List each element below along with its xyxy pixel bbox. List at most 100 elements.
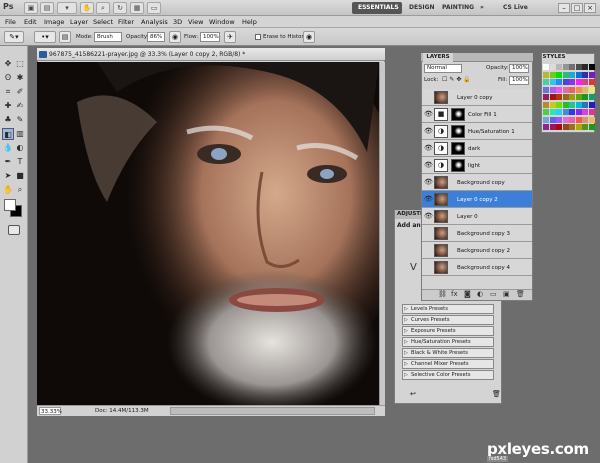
more-workspaces-icon[interactable]: » — [480, 2, 492, 14]
layer-name[interactable]: dark — [468, 145, 480, 153]
color-swatch[interactable] — [562, 71, 569, 78]
color-swatch[interactable] — [556, 79, 562, 85]
screen-mode-icon[interactable]: ▭ — [147, 2, 161, 14]
visibility-eye-icon[interactable]: 👁 — [424, 212, 433, 220]
adjustments-delete-icon[interactable]: 🗑 — [492, 390, 501, 398]
visibility-eye-icon[interactable] — [424, 246, 432, 254]
color-swatch[interactable] — [588, 124, 595, 130]
zoom-tool-icon[interactable]: ⌕ — [14, 184, 26, 196]
new-adjustment-icon[interactable]: ◐ — [477, 290, 483, 299]
layer-mask-thumbnail[interactable] — [451, 142, 465, 155]
preset-selective-color[interactable]: Selective Color Presets — [402, 370, 494, 380]
color-swatch[interactable] — [575, 86, 582, 93]
color-swatch[interactable] — [588, 109, 595, 115]
layer-style-icon[interactable]: fx — [451, 290, 458, 299]
layer-name[interactable]: Background copy 2 — [457, 247, 510, 255]
color-swatch[interactable] — [569, 64, 575, 70]
color-swatch[interactable] — [549, 64, 556, 70]
shape-tool-icon[interactable]: ■ — [14, 170, 26, 182]
color-swatch[interactable] — [582, 124, 588, 130]
color-swatch[interactable] — [549, 116, 556, 123]
add-mask-icon[interactable]: ◙ — [464, 290, 471, 299]
color-swatch[interactable] — [569, 101, 575, 108]
color-swatch[interactable] — [569, 116, 575, 123]
color-swatch[interactable] — [562, 109, 569, 115]
maximize-button[interactable]: □ — [571, 3, 583, 13]
clone-stamp-tool-icon[interactable]: ♣ — [2, 114, 14, 126]
arrange-documents-icon[interactable]: ▦ — [130, 2, 144, 14]
bridge-icon[interactable]: ▣ — [24, 2, 38, 14]
menu-window[interactable]: Window — [209, 16, 235, 28]
horizontal-scrollbar[interactable] — [170, 407, 375, 415]
zoom-level-dropdown[interactable]: ▾ — [57, 2, 77, 14]
color-swatch[interactable] — [549, 94, 556, 100]
layer-thumbnail[interactable] — [434, 193, 448, 206]
delete-layer-icon[interactable]: 🗑 — [516, 290, 525, 299]
color-swatch[interactable] — [556, 109, 562, 115]
color-swatch[interactable] — [588, 64, 595, 70]
doc-size-readout[interactable]: Doc: 14.4M/113.3M — [95, 407, 149, 415]
menu-view[interactable]: View — [188, 16, 203, 28]
layer-thumbnail[interactable] — [434, 210, 448, 223]
cs-live-button[interactable]: CS Live — [503, 2, 543, 14]
color-swatch[interactable] — [569, 94, 575, 100]
preset-levels[interactable]: Levels Presets — [402, 304, 494, 314]
color-swatch[interactable] — [588, 86, 595, 93]
color-swatch[interactable] — [543, 71, 549, 78]
layer-mask-thumbnail[interactable] — [451, 159, 465, 172]
color-swatch[interactable] — [543, 116, 549, 123]
layer-name[interactable]: Background copy — [457, 179, 505, 187]
layer-thumbnail[interactable] — [434, 244, 448, 257]
preset-hue-saturation[interactable]: Hue/Saturation Presets — [402, 337, 494, 347]
fill-input[interactable]: 100% — [509, 76, 529, 85]
color-swatch[interactable] — [575, 71, 582, 78]
link-layers-icon[interactable]: ⛓ — [438, 290, 447, 299]
healing-tool-icon[interactable]: ✚ — [2, 100, 14, 112]
expand-triangle-icon[interactable]: ▷ — [404, 371, 408, 379]
layer-thumbnail[interactable] — [434, 261, 448, 274]
color-swatch[interactable] — [562, 79, 569, 85]
rotate-view-icon[interactable]: ↻ — [113, 2, 127, 14]
expand-triangle-icon[interactable]: ▷ — [404, 360, 408, 368]
layer-name[interactable]: Background copy 3 — [457, 230, 510, 238]
menu-edit[interactable]: Edit — [24, 16, 37, 28]
layer-name[interactable]: Hue/Saturation 1 — [468, 128, 515, 136]
color-swatch[interactable] — [575, 79, 582, 85]
type-tool-icon[interactable]: T — [14, 156, 26, 168]
layers-tab[interactable]: LAYERS — [423, 53, 453, 62]
layer-mask-thumbnail[interactable] — [451, 108, 465, 121]
color-swatch[interactable] — [575, 116, 582, 123]
expand-triangle-icon[interactable]: ▷ — [404, 349, 408, 357]
color-swatch[interactable] — [556, 71, 562, 78]
path-select-tool-icon[interactable]: ➤ — [2, 170, 14, 182]
visibility-eye-icon[interactable]: 👁 — [424, 127, 433, 135]
color-swatch[interactable] — [549, 101, 556, 108]
close-button[interactable]: × — [584, 3, 596, 13]
eraser-tool-icon[interactable]: ◧ — [2, 128, 14, 140]
color-swatch[interactable] — [575, 101, 582, 108]
layer-name[interactable]: Background copy 4 — [457, 264, 510, 272]
canvas-photo[interactable] — [37, 27, 402, 414]
color-swatch[interactable] — [575, 94, 582, 100]
layer-mask-thumbnail[interactable] — [451, 125, 465, 138]
color-swatch[interactable] — [569, 86, 575, 93]
color-swatch[interactable] — [588, 94, 595, 100]
visibility-eye-icon[interactable]: 👁 — [424, 144, 433, 152]
color-swatch[interactable] — [562, 86, 569, 93]
history-brush-tool-icon[interactable]: ✎ — [14, 114, 26, 126]
color-swatch[interactable] — [549, 124, 556, 130]
color-swatch[interactable] — [569, 109, 575, 115]
visibility-eye-icon[interactable]: 👁 — [424, 178, 433, 186]
visibility-eye-icon[interactable] — [424, 263, 432, 271]
vertical-scrollbar[interactable] — [379, 62, 385, 405]
color-swatch[interactable] — [582, 79, 588, 85]
color-swatch[interactable] — [588, 116, 595, 123]
hand-icon[interactable]: ✋ — [80, 2, 94, 14]
color-swatch[interactable] — [549, 79, 556, 85]
color-swatch[interactable] — [575, 64, 582, 70]
pen-tool-icon[interactable]: ✒ — [2, 156, 14, 168]
workspace-painting[interactable]: PAINTING — [436, 2, 474, 14]
expand-triangle-icon[interactable]: ▷ — [404, 316, 408, 324]
color-swatch[interactable] — [556, 94, 562, 100]
menu-3d[interactable]: 3D — [173, 16, 182, 28]
